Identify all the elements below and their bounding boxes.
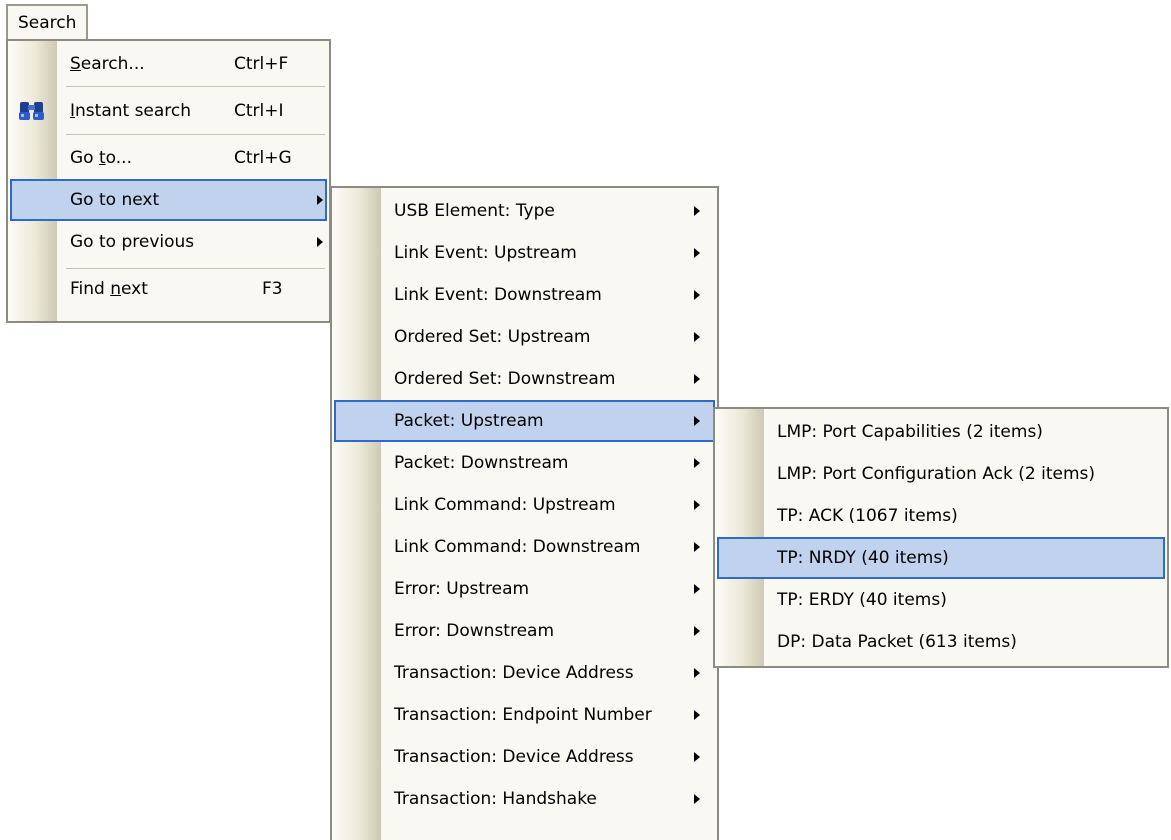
submenu-arrow-icon [694,668,700,678]
screen: Search Search... Ctrl+F Instant search C… [0,0,1171,840]
submenu-item-transaction-device-address[interactable]: Transaction: Device Address [334,736,715,778]
submenu-item-label: Packet: Downstream [394,453,569,473]
submenu-arrow-icon [694,374,700,384]
menubar-search[interactable]: Search [6,4,89,39]
menu-item-label: Search... [70,54,145,74]
submenu-item-label: Transaction: Endpoint Number [394,705,652,725]
submenu-arrow-icon [694,416,700,426]
submenu-item-label: Link Command: Upstream [394,495,616,515]
menu-item-label: Find next [70,279,148,299]
submenu-arrow-icon [317,195,323,205]
submenu-item-label: Link Command: Downstream [394,537,641,557]
menu-item-go-to-previous[interactable]: Go to previous [10,221,327,263]
submenu-item-usb-element-type[interactable]: USB Element: Type [334,190,715,232]
submenu-item-lmp-port-capabilities-2-items[interactable]: LMP: Port Capabilities (2 items) [717,411,1165,453]
submenu-item-label: Transaction: Device Address [394,747,634,767]
search-menu: Search... Ctrl+F Instant search Ctrl+I G… [6,39,331,323]
submenu-arrow-icon [694,206,700,216]
submenu-item-label: Ordered Set: Downstream [394,369,616,389]
submenu-item-tp-erdy-40-items[interactable]: TP: ERDY (40 items) [717,579,1165,621]
submenu-arrow-icon [694,584,700,594]
menu-item-go-to-next[interactable]: Go to next [10,179,327,221]
submenu-arrow-icon [694,500,700,510]
submenu-item-label: Link Event: Upstream [394,243,577,263]
submenu-item-ordered-set-downstream[interactable]: Ordered Set: Downstream [334,358,715,400]
submenu-item-label: Link Event: Downstream [394,285,602,305]
submenu-item-label: Ordered Set: Upstream [394,327,591,347]
submenu-arrow-icon [694,458,700,468]
submenu-item-label: Transaction: Device Address [394,663,634,683]
menu-item-label: Go to next [70,190,160,210]
menu-item-instant-search[interactable]: Instant search Ctrl+I [10,90,327,132]
submenu-arrow-icon [694,710,700,720]
shortcut-label: Ctrl+I [234,101,284,121]
submenu-item-label: TP: ERDY (40 items) [777,590,947,610]
go-to-next-submenu: USB Element: Type Link Event: Upstream Lin… [330,186,719,840]
submenu-arrow-icon [317,237,323,247]
submenu-item-label: LMP: Port Configuration Ack (2 items) [777,464,1095,484]
submenu-arrow-icon [694,332,700,342]
submenu-arrow-icon [694,248,700,258]
shortcut-label: F3 [262,279,283,299]
submenu-item-label: Transaction: Handshake [394,789,597,809]
submenu-item-transaction-device-address[interactable]: Transaction: Device Address [334,652,715,694]
menu-item-go-to[interactable]: Go to... Ctrl+G [10,137,327,179]
submenu-item-label: TP: NRDY (40 items) [777,548,949,568]
submenu-item-ordered-set-upstream[interactable]: Ordered Set: Upstream [334,316,715,358]
submenu-item-link-command-upstream[interactable]: Link Command: Upstream [334,484,715,526]
submenu-item-tp-nrdy-40-items[interactable]: TP: NRDY (40 items) [717,537,1165,579]
submenu-item-link-event-upstream[interactable]: Link Event: Upstream [334,232,715,274]
submenu-item-packet-upstream[interactable]: Packet: Upstream [334,400,715,442]
menu-item-label: Instant search [70,101,192,121]
menu-item-label: Go to... [70,148,132,168]
menu-item-find-next[interactable]: Find next F3 [10,268,327,310]
submenu-item-label: LMP: Port Capabilities (2 items) [777,422,1043,442]
menu-item-search[interactable]: Search... Ctrl+F [10,43,327,85]
submenu-arrow-icon [694,752,700,762]
menu-item-label: Go to previous [70,232,195,252]
submenu-item-label: Error: Downstream [394,621,555,641]
submenu-arrow-icon [694,794,700,804]
submenu-item-label: Packet: Upstream [394,411,544,431]
menu-divider [66,134,325,135]
shortcut-label: Ctrl+F [234,54,289,74]
submenu-item-packet-downstream[interactable]: Packet: Downstream [334,442,715,484]
submenu-item-label: Error: Upstream [394,579,530,599]
submenu-item-transaction-handshake[interactable]: Transaction: Handshake [334,778,715,820]
submenu-item-link-event-downstream[interactable]: Link Event: Downstream [334,274,715,316]
submenu-arrow-icon [694,290,700,300]
submenu-item-dp-data-packet-613-items[interactable]: DP: Data Packet (613 items) [717,621,1165,663]
submenu-item-tp-ack-1067-items[interactable]: TP: ACK (1067 items) [717,495,1165,537]
submenu-item-error-downstream[interactable]: Error: Downstream [334,610,715,652]
submenu-item-error-upstream[interactable]: Error: Upstream [334,568,715,610]
binoculars-icon [16,98,48,124]
submenu-item-link-command-downstream[interactable]: Link Command: Downstream [334,526,715,568]
submenu-item-label: USB Element: Type [394,201,555,221]
submenu-item-transaction-endpoint-number[interactable]: Transaction: Endpoint Number [334,694,715,736]
packet-upstream-submenu: LMP: Port Capabilities (2 items) LMP: Por… [713,407,1169,668]
submenu-arrow-icon [694,626,700,636]
submenu-item-label: DP: Data Packet (613 items) [777,632,1017,652]
submenu-item-label: TP: ACK (1067 items) [777,506,958,526]
menu-divider [66,86,325,87]
submenu-arrow-icon [694,542,700,552]
submenu-item-lmp-port-configuration-ack-2-items[interactable]: LMP: Port Configuration Ack (2 items) [717,453,1165,495]
shortcut-label: Ctrl+G [234,148,292,168]
